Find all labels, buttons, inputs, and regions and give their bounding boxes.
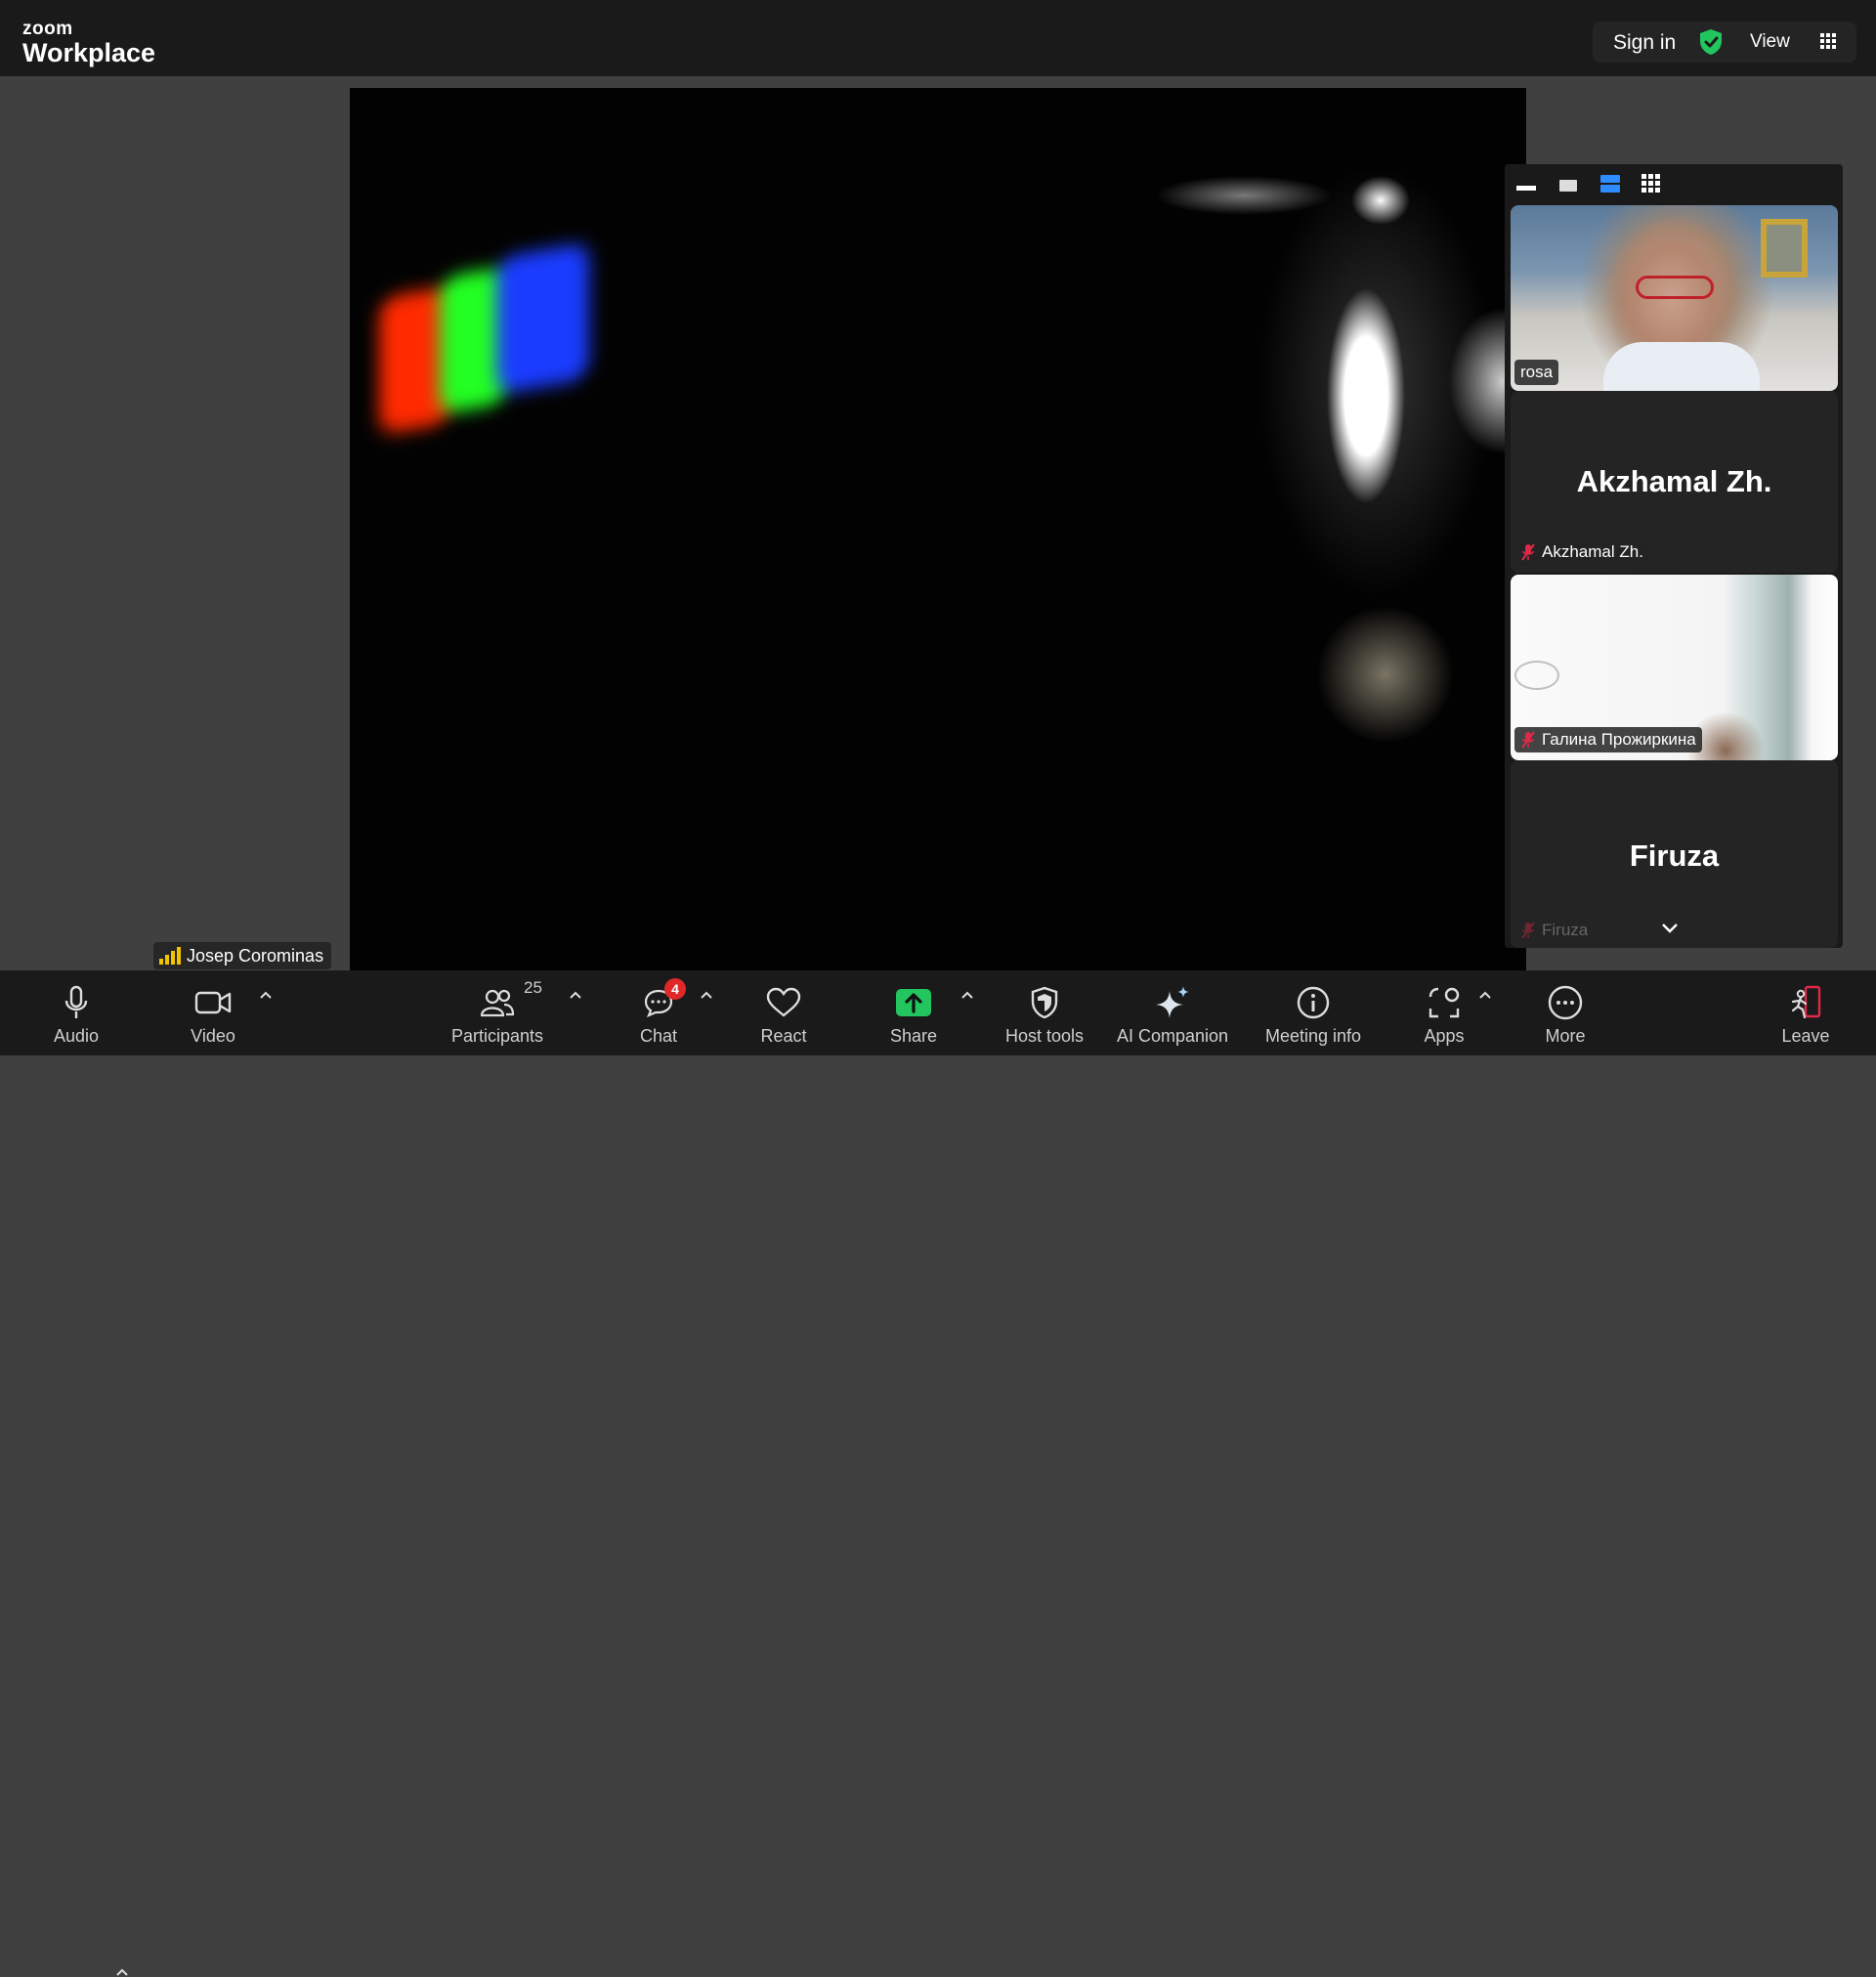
ai-companion-label: AI Companion	[1116, 1026, 1229, 1046]
sign-in-button[interactable]: Sign in	[1613, 31, 1676, 55]
minimize-icon[interactable]	[1516, 186, 1536, 192]
meeting-info-label: Meeting info	[1264, 1026, 1362, 1046]
share-options-caret-icon[interactable]	[960, 990, 974, 1000]
chat-label: Chat	[639, 1026, 678, 1046]
top-bar: zoom Workplace Sign in View	[0, 0, 1876, 76]
participant-name: rosa	[1520, 363, 1554, 381]
participant-tile-akzhamal[interactable]: Akzhamal Zh. Akzhamal Zh.	[1511, 391, 1838, 573]
participants-options-caret-icon[interactable]	[569, 990, 582, 1000]
ceiling-lamp	[1514, 661, 1559, 690]
gallery-view-toolbar	[1505, 164, 1843, 203]
logo-large-text: Workplace	[22, 38, 156, 67]
participant-tile-galina[interactable]: Галина Прожиркина	[1511, 575, 1838, 760]
audio-label: Audio	[53, 1026, 100, 1046]
video-camera-icon	[194, 991, 232, 1014]
participant-name-label: Галина Прожиркина	[1514, 727, 1702, 752]
single-video-icon[interactable]	[1559, 180, 1577, 192]
host-tools-button[interactable]: Host tools	[997, 970, 1092, 1055]
leave-label: Leave	[1781, 1026, 1830, 1046]
speaker-view-icon[interactable]	[1600, 175, 1620, 193]
signal-strength-icon	[159, 947, 181, 965]
chat-button[interactable]: 4 Chat	[625, 970, 692, 1055]
participant-display-name: Firuza	[1629, 838, 1720, 873]
host-tools-shield-icon	[1031, 986, 1058, 1019]
participant-tile-firuza[interactable]: Firuza Firuza	[1511, 760, 1838, 948]
wall-painting	[1761, 219, 1808, 278]
encryption-shield-icon[interactable]	[1698, 28, 1724, 56]
participants-count: 25	[524, 978, 542, 997]
video-options-caret-icon[interactable]	[259, 990, 273, 1000]
share-button[interactable]: Share	[879, 970, 948, 1055]
participant-display-name: Akzhamal Zh.	[1576, 464, 1772, 498]
host-tools-label: Host tools	[1004, 1026, 1085, 1046]
rgb-light-reflection	[379, 239, 604, 436]
more-options-icon	[1548, 985, 1583, 1020]
video-button[interactable]: Video	[178, 970, 248, 1055]
muted-mic-icon	[1521, 731, 1535, 749]
top-right-controls: Sign in View	[1593, 21, 1856, 63]
leave-meeting-icon	[1791, 985, 1821, 1019]
apps-button[interactable]: Apps	[1419, 970, 1470, 1055]
ai-sparkle-icon	[1156, 986, 1189, 1018]
active-speaker-video[interactable]	[350, 88, 1526, 970]
react-label: React	[760, 1026, 807, 1046]
participant-name-label: rosa	[1514, 360, 1559, 385]
meeting-toolbar: Audio Video 25 Participants 4 Chat React…	[0, 970, 1876, 1976]
gallery-grid-icon[interactable]	[1642, 174, 1661, 193]
apps-label: Apps	[1424, 1026, 1465, 1046]
zoom-workplace-logo: zoom Workplace	[22, 20, 155, 66]
video-label: Video	[191, 1026, 235, 1046]
apps-icon	[1428, 987, 1460, 1018]
participant-name: Akzhamal Zh.	[1542, 542, 1643, 561]
microphone-icon	[64, 985, 88, 1018]
share-screen-icon	[896, 989, 931, 1016]
ai-companion-button[interactable]: AI Companion	[1114, 970, 1231, 1055]
logo-small-text: zoom	[22, 19, 73, 39]
muted-mic-icon	[1521, 922, 1535, 939]
participant-name-label: Akzhamal Zh.	[1514, 539, 1649, 565]
info-icon	[1297, 986, 1330, 1019]
chevron-down-icon[interactable]	[1661, 923, 1679, 934]
more-button[interactable]: More	[1538, 970, 1593, 1055]
muted-mic-icon	[1521, 543, 1535, 561]
participant-name-label: Firuza	[1514, 918, 1594, 943]
participants-label: Participants	[450, 1026, 544, 1046]
heart-icon	[766, 987, 801, 1017]
participant-tile-rosa[interactable]: rosa	[1511, 205, 1838, 391]
audio-button[interactable]: Audio	[43, 970, 109, 1055]
chat-unread-badge: 4	[664, 978, 686, 1000]
grid-view-icon[interactable]	[1820, 33, 1836, 49]
meeting-info-button[interactable]: Meeting info	[1257, 970, 1370, 1055]
speaker-name: Josep Corominas	[187, 945, 324, 966]
react-button[interactable]: React	[750, 970, 817, 1055]
chat-options-caret-icon[interactable]	[700, 990, 713, 1000]
share-label: Share	[889, 1026, 938, 1046]
speaker-name-label: Josep Corominas	[153, 942, 332, 969]
apps-options-caret-icon[interactable]	[1478, 990, 1492, 1000]
leave-button[interactable]: Leave	[1778, 970, 1833, 1055]
audio-options-caret-icon[interactable]	[115, 1967, 129, 1977]
participant-name: Firuza	[1542, 921, 1589, 939]
gallery-sidebar: rosa Akzhamal Zh. Akzhamal Zh. Галина Пр…	[1505, 164, 1843, 948]
red-glasses	[1636, 276, 1714, 299]
participants-button[interactable]: 25 Participants	[444, 970, 551, 1055]
participant-shirt	[1603, 342, 1760, 391]
more-label: More	[1545, 1026, 1586, 1046]
view-button[interactable]: View	[1750, 31, 1790, 53]
participants-icon	[481, 989, 514, 1017]
participant-name: Галина Прожиркина	[1542, 730, 1696, 749]
